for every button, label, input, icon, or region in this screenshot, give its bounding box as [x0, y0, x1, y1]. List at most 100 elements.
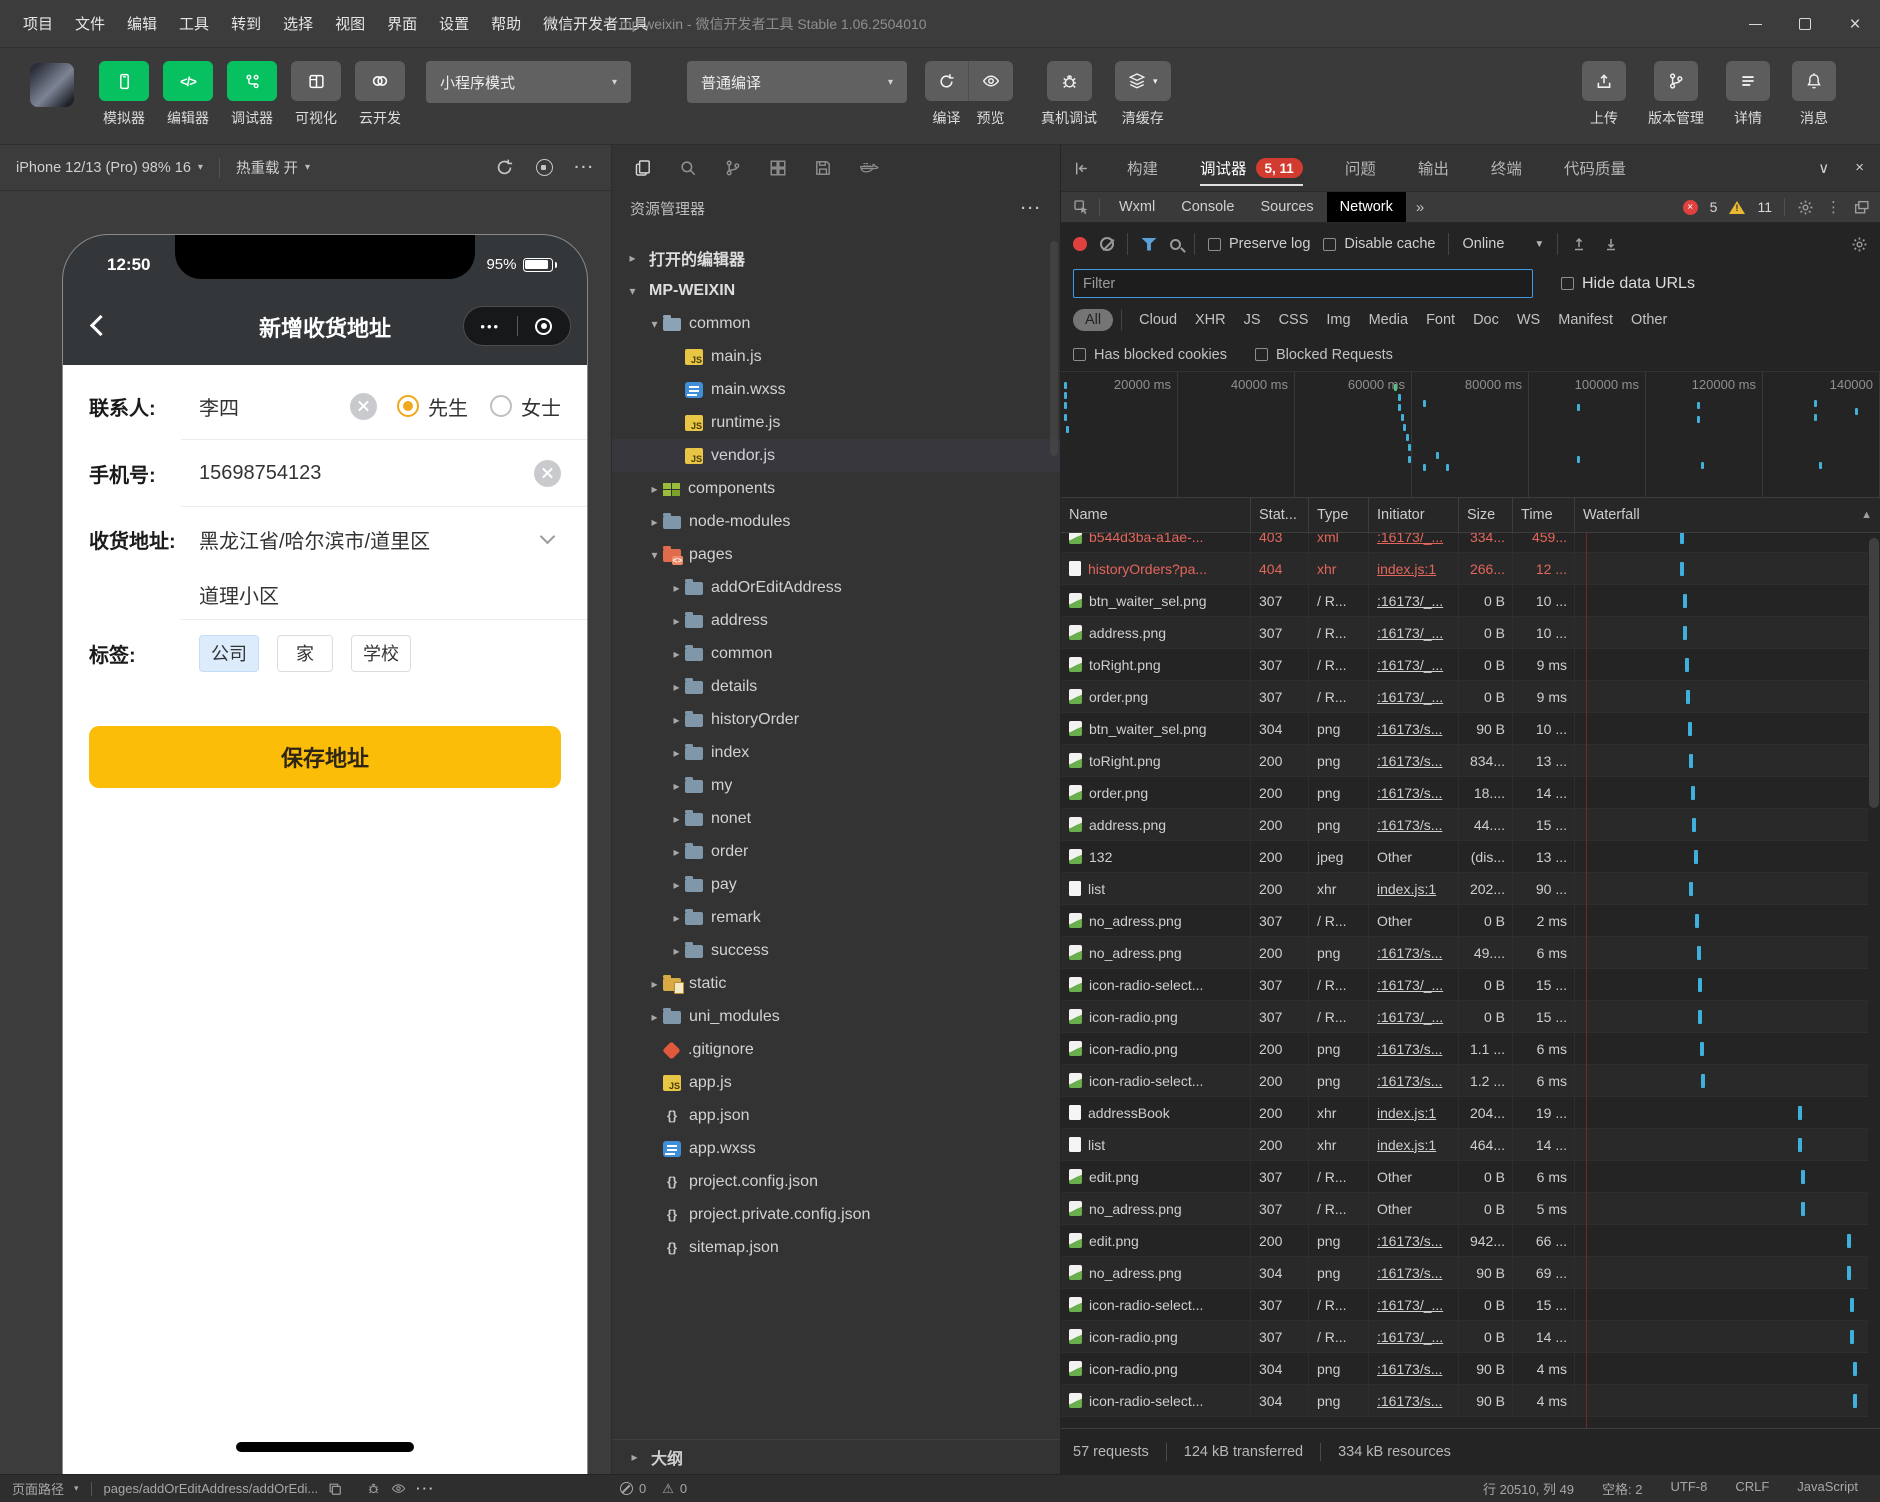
- toolbar-可视化-button[interactable]: 可视化: [284, 61, 348, 128]
- tree-item-details[interactable]: ▸details: [612, 670, 1060, 703]
- panel-tab-代码质量[interactable]: 代码质量: [1564, 145, 1626, 191]
- page-path-value[interactable]: pages/addOrEditAddress/addOrEdi...: [104, 1481, 319, 1496]
- request-initiator[interactable]: index.js:1: [1377, 561, 1436, 577]
- table-row[interactable]: list200xhrindex.js:1464...14 ...: [1061, 1129, 1868, 1161]
- radio-female[interactable]: [490, 395, 512, 417]
- minimize-button[interactable]: [1730, 0, 1780, 48]
- line-col-indicator[interactable]: 行 20510, 列 49: [1483, 1479, 1574, 1498]
- tree-item-my[interactable]: ▸my: [612, 769, 1060, 802]
- table-row[interactable]: icon-radio-select...200png:16173/s...1.2…: [1061, 1065, 1868, 1097]
- close-button[interactable]: ×: [1830, 0, 1880, 48]
- tree-item-node-modules[interactable]: ▸node-modules: [612, 505, 1060, 538]
- request-initiator[interactable]: :16173/_...: [1377, 533, 1443, 545]
- table-row[interactable]: historyOrders?pa...404xhrindex.js:1266..…: [1061, 553, 1868, 585]
- stop-icon[interactable]: [536, 159, 553, 176]
- type-filter-media[interactable]: Media: [1360, 309, 1418, 331]
- mode-select[interactable]: 小程序模式▾: [426, 61, 631, 103]
- table-row[interactable]: b544d3ba-a1ae-...403xml:16173/_...334...…: [1061, 533, 1868, 553]
- tree-item-app.json[interactable]: app.json: [612, 1099, 1060, 1132]
- table-row[interactable]: icon-radio-select...307/ R...:16173/_...…: [1061, 1289, 1868, 1321]
- request-initiator[interactable]: :16173/_...: [1377, 689, 1443, 705]
- table-row[interactable]: address.png307/ R...:16173/_...0 B10 ...: [1061, 617, 1868, 649]
- avatar[interactable]: [30, 63, 74, 107]
- panel-tab-终端[interactable]: 终端: [1491, 145, 1522, 191]
- page-path-label[interactable]: 页面路径: [12, 1479, 64, 1498]
- table-row[interactable]: btn_waiter_sel.png307/ R...:16173/_...0 …: [1061, 585, 1868, 617]
- type-filter-all[interactable]: All: [1073, 309, 1113, 331]
- filter-icon[interactable]: [1141, 238, 1157, 251]
- clear-icon[interactable]: [1100, 237, 1114, 251]
- filter-input[interactable]: [1073, 269, 1533, 298]
- record-icon[interactable]: [1073, 237, 1087, 251]
- toolbar-云开发-button[interactable]: 云开发: [348, 61, 412, 128]
- maximize-button[interactable]: [1780, 0, 1830, 48]
- git-branch-icon[interactable]: [724, 159, 742, 177]
- kebab-menu-icon[interactable]: ⋮: [1826, 198, 1841, 216]
- column-header-waterfall[interactable]: Waterfall▲: [1575, 498, 1880, 532]
- more-icon[interactable]: [575, 160, 596, 176]
- menu-item-7[interactable]: 界面: [376, 8, 428, 39]
- table-scrollbar[interactable]: [1869, 538, 1879, 808]
- table-row[interactable]: edit.png200png:16173/s...942...66 ...: [1061, 1225, 1868, 1257]
- tree-item-uni_modules[interactable]: ▸uni_modules: [612, 1000, 1060, 1033]
- type-filter-manifest[interactable]: Manifest: [1549, 309, 1622, 331]
- table-row[interactable]: no_adress.png307/ R...Other0 B5 ms: [1061, 1193, 1868, 1225]
- contact-input[interactable]: 李四: [199, 392, 350, 421]
- radio-male[interactable]: [397, 395, 419, 417]
- request-initiator[interactable]: :16173/_...: [1377, 977, 1443, 993]
- request-initiator[interactable]: :16173/_...: [1377, 1329, 1443, 1345]
- address-detail-input[interactable]: 道理小区: [199, 580, 561, 609]
- problems-section[interactable]: 0 ⚠ 0: [608, 1481, 687, 1497]
- request-initiator[interactable]: :16173/s...: [1377, 1073, 1442, 1089]
- restart-icon[interactable]: [495, 158, 514, 177]
- table-row[interactable]: 132200jpegOther(dis...13 ...: [1061, 841, 1868, 873]
- panel-tab-输出[interactable]: 输出: [1418, 145, 1449, 191]
- request-initiator[interactable]: :16173/_...: [1377, 593, 1443, 609]
- toolbar-编辑器-button[interactable]: </>编辑器: [156, 61, 220, 128]
- close-devtools-icon[interactable]: ×: [1855, 159, 1864, 177]
- tree-item-runtime.js[interactable]: runtime.js: [612, 406, 1060, 439]
- column-header-name[interactable]: Name: [1061, 498, 1251, 532]
- menu-item-5[interactable]: 选择: [272, 8, 324, 39]
- messages-button[interactable]: 消息: [1792, 61, 1836, 128]
- table-row[interactable]: order.png200png:16173/s...18....14 ...: [1061, 777, 1868, 809]
- type-filter-font[interactable]: Font: [1417, 309, 1464, 331]
- tree-item-index[interactable]: ▸index: [612, 736, 1060, 769]
- table-row[interactable]: icon-radio.png304png:16173/s...90 B4 ms: [1061, 1353, 1868, 1385]
- spaces-indicator[interactable]: 空格: 2: [1602, 1479, 1642, 1498]
- column-header-type[interactable]: Type: [1309, 498, 1369, 532]
- tree-item-remark[interactable]: ▸remark: [612, 901, 1060, 934]
- table-row[interactable]: no_adress.png307/ R...Other0 B2 ms: [1061, 905, 1868, 937]
- hide-data-urls-option[interactable]: Hide data URLs: [1561, 275, 1695, 293]
- request-initiator[interactable]: :16173/s...: [1377, 1233, 1442, 1249]
- toolbar-模拟器-button[interactable]: 模拟器: [92, 61, 156, 128]
- network-settings-icon[interactable]: [1851, 236, 1868, 253]
- tree-item-common[interactable]: ▾common: [612, 307, 1060, 340]
- menu-item-1[interactable]: 文件: [64, 8, 116, 39]
- tree-item-address[interactable]: ▸address: [612, 604, 1060, 637]
- type-filter-xhr[interactable]: XHR: [1186, 309, 1235, 331]
- import-har-icon[interactable]: [1571, 236, 1587, 252]
- device-select[interactable]: iPhone 12/13 (Pro) 98% 16: [16, 160, 191, 176]
- disable-cache-option[interactable]: Disable cache: [1323, 236, 1435, 252]
- compile-button[interactable]: 编译: [925, 61, 968, 128]
- request-initiator[interactable]: :16173/s...: [1377, 1361, 1442, 1377]
- tab-network[interactable]: Network: [1327, 192, 1406, 222]
- request-initiator[interactable]: :16173/s...: [1377, 721, 1442, 737]
- tree-item-success[interactable]: ▸success: [612, 934, 1060, 967]
- table-row[interactable]: no_adress.png304png:16173/s...90 B69 ...: [1061, 1257, 1868, 1289]
- tree-item-static[interactable]: ▸static: [612, 967, 1060, 1000]
- clear-contact-icon[interactable]: [350, 393, 377, 420]
- request-initiator[interactable]: :16173/s...: [1377, 945, 1442, 961]
- explorer-scrollbar[interactable]: [1050, 241, 1058, 456]
- table-row[interactable]: no_adress.png200png:16173/s...49....6 ms: [1061, 937, 1868, 969]
- error-count[interactable]: 5: [1710, 199, 1718, 215]
- upload-button[interactable]: 上传: [1582, 61, 1626, 128]
- request-initiator[interactable]: index.js:1: [1377, 1105, 1436, 1121]
- more-tabs-icon[interactable]: »: [1416, 199, 1424, 216]
- preview-button[interactable]: 预览: [968, 61, 1013, 128]
- request-initiator[interactable]: :16173/s...: [1377, 817, 1442, 833]
- files-icon[interactable]: [634, 159, 652, 177]
- more-icon[interactable]: [416, 1481, 435, 1496]
- type-filter-js[interactable]: JS: [1235, 309, 1270, 331]
